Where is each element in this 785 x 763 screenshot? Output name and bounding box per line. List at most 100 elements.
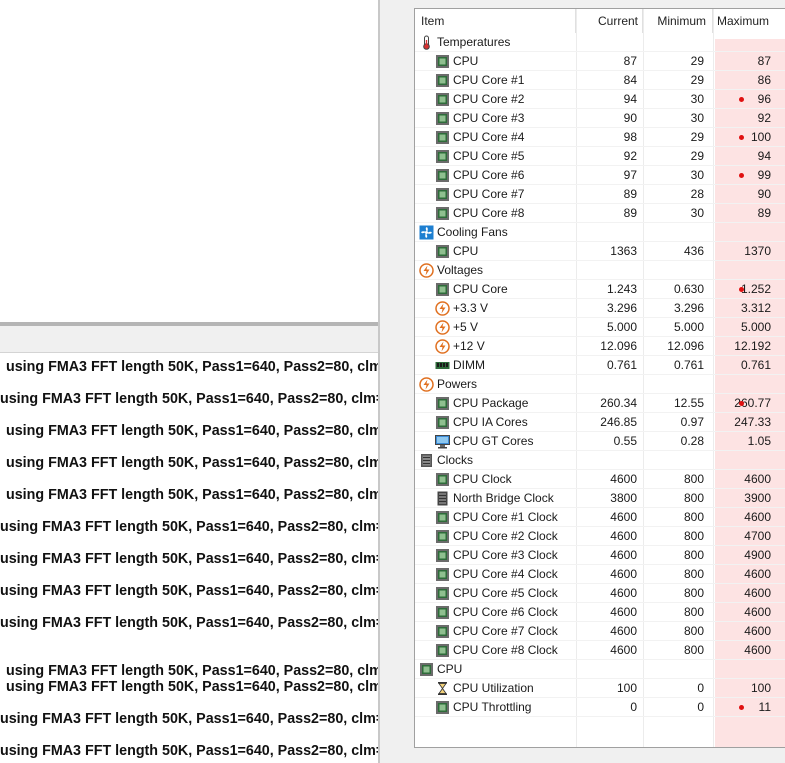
header-current[interactable]: Current (576, 9, 643, 33)
current-value: 90 (623, 111, 637, 125)
row-label: North Bridge Clock (453, 491, 554, 505)
maximum-value: 5.000 (740, 320, 771, 334)
minimum-value: 0.761 (673, 358, 704, 372)
table-row[interactable]: CPU Package 260.34 12.55 260.77 (415, 394, 785, 413)
table-group-row[interactable]: Clocks (415, 451, 785, 470)
table-row[interactable]: CPU Core #1 Clock 4600 800 4600 (415, 508, 785, 527)
row-label: CPU Core (453, 282, 508, 296)
minimum-value: 28 (690, 187, 704, 201)
current-value: 89 (623, 206, 637, 220)
header-maximum-label: Maximum (717, 14, 770, 28)
chip-icon (435, 529, 450, 544)
table-group-row[interactable]: CPU (415, 660, 785, 679)
table-group-row[interactable]: Temperatures (415, 33, 785, 52)
current-value: 98 (623, 130, 637, 144)
header-item-label: Item (421, 14, 445, 28)
table-row[interactable]: CPU 1363 436 1370 (415, 242, 785, 261)
chip-icon (435, 282, 450, 297)
table-row[interactable]: CPU Core #4 98 29 100 (415, 128, 785, 147)
row-label: CPU (453, 244, 479, 258)
maximum-value: 3900 (744, 491, 771, 505)
chip-icon (435, 605, 450, 620)
table-row[interactable]: +3.3 V 3.296 3.296 3.312 (415, 299, 785, 318)
table-row[interactable]: CPU Core #5 92 29 94 (415, 147, 785, 166)
current-value: 4600 (610, 472, 637, 486)
table-row[interactable]: +12 V 12.096 12.096 12.192 (415, 337, 785, 356)
row-label: CPU Core #5 (453, 149, 525, 163)
current-value: 4600 (610, 510, 637, 524)
row-label: CPU Utilization (453, 681, 534, 695)
table-header: Item Current Minimum Maximum (415, 9, 785, 35)
table-row[interactable]: CPU Core #5 Clock 4600 800 4600 (415, 584, 785, 603)
table-row[interactable]: CPU Core #3 Clock 4600 800 4900 (415, 546, 785, 565)
current-value: 4600 (610, 605, 637, 619)
row-label: Clocks (437, 453, 474, 467)
row-label: +12 V (453, 339, 485, 353)
row-label: CPU Core #8 Clock (453, 643, 558, 657)
row-label: +3.3 V (453, 301, 489, 315)
maximum-value: 90 (757, 187, 771, 201)
chip-icon (435, 624, 450, 639)
log-line: using FMA3 FFT length 50K, Pass1=640, Pa… (0, 615, 378, 631)
table-row[interactable]: CPU Core #6 97 30 99 (415, 166, 785, 185)
header-maximum[interactable]: Maximum (713, 9, 785, 33)
minimum-value: 0.630 (673, 282, 704, 296)
row-label: Voltages (437, 263, 484, 277)
row-label: CPU Core #8 (453, 206, 525, 220)
current-value: 89 (623, 187, 637, 201)
table-row[interactable]: North Bridge Clock 3800 800 3900 (415, 489, 785, 508)
row-label: CPU Core #6 Clock (453, 605, 558, 619)
maximum-value: 0.761 (740, 358, 771, 372)
row-label: CPU Core #1 (453, 73, 525, 87)
table-row[interactable]: CPU Core 1.243 0.630 1.252 (415, 280, 785, 299)
log-line: using FMA3 FFT length 50K, Pass1=640, Pa… (6, 359, 378, 375)
current-value: 4600 (610, 529, 637, 543)
table-row[interactable]: CPU Core #8 89 30 89 (415, 204, 785, 223)
table-row[interactable]: CPU Core #1 84 29 86 (415, 71, 785, 90)
current-value: 5.000 (606, 320, 637, 334)
header-current-label: Current (597, 14, 638, 28)
table-row[interactable]: CPU Throttling 0 0 11 (415, 698, 785, 717)
table-row[interactable]: CPU IA Cores 246.85 0.97 247.33 (415, 413, 785, 432)
northbridge-icon (435, 491, 450, 506)
maximum-value: 94 (757, 149, 771, 163)
bolt-icon (435, 301, 450, 316)
row-label: CPU Core #2 (453, 92, 525, 106)
table-row[interactable]: CPU Core #7 Clock 4600 800 4600 (415, 622, 785, 641)
table-row[interactable]: CPU Core #3 90 30 92 (415, 109, 785, 128)
table-row[interactable]: CPU 87 29 87 (415, 52, 785, 71)
row-label: Temperatures (437, 35, 511, 49)
table-row[interactable]: CPU Clock 4600 800 4600 (415, 470, 785, 489)
row-label: CPU Package (453, 396, 529, 410)
table-row[interactable]: CPU Core #2 Clock 4600 800 4700 (415, 527, 785, 546)
table-row[interactable]: +5 V 5.000 5.000 5.000 (415, 318, 785, 337)
minimum-value: 0 (697, 700, 704, 714)
table-group-row[interactable]: Voltages (415, 261, 785, 280)
minimum-value: 29 (690, 130, 704, 144)
chip-icon (435, 586, 450, 601)
table-group-row[interactable]: Powers (415, 375, 785, 394)
console-window: using FMA3 FFT length 50K, Pass1=640, Pa… (0, 0, 378, 763)
table-row[interactable]: CPU Core #2 94 30 96 (415, 90, 785, 109)
table-row[interactable]: CPU Utilization 100 0 100 (415, 679, 785, 698)
current-value: 92 (623, 149, 637, 163)
minimum-value: 800 (683, 586, 704, 600)
row-label: Powers (437, 377, 478, 391)
alert-dot-icon (739, 97, 744, 102)
table-row[interactable]: CPU Core #8 Clock 4600 800 4600 (415, 641, 785, 660)
table-group-row[interactable]: Cooling Fans (415, 223, 785, 242)
table-row[interactable]: DIMM 0.761 0.761 0.761 (415, 356, 785, 375)
table-row[interactable]: CPU Core #6 Clock 4600 800 4600 (415, 603, 785, 622)
row-label: CPU IA Cores (453, 415, 528, 429)
table-row[interactable]: CPU Core #7 89 28 90 (415, 185, 785, 204)
chip-icon (435, 415, 450, 430)
header-minimum[interactable]: Minimum (643, 9, 713, 33)
header-item[interactable]: Item (415, 9, 576, 33)
row-label: CPU Clock (453, 472, 512, 486)
minimum-value: 29 (690, 54, 704, 68)
table-row[interactable]: CPU Core #4 Clock 4600 800 4600 (415, 565, 785, 584)
table-row[interactable]: CPU GT Cores 0.55 0.28 1.05 (415, 432, 785, 451)
row-label: CPU Core #4 (453, 130, 525, 144)
current-value: 12.096 (600, 339, 637, 353)
alert-dot-icon (739, 173, 744, 178)
